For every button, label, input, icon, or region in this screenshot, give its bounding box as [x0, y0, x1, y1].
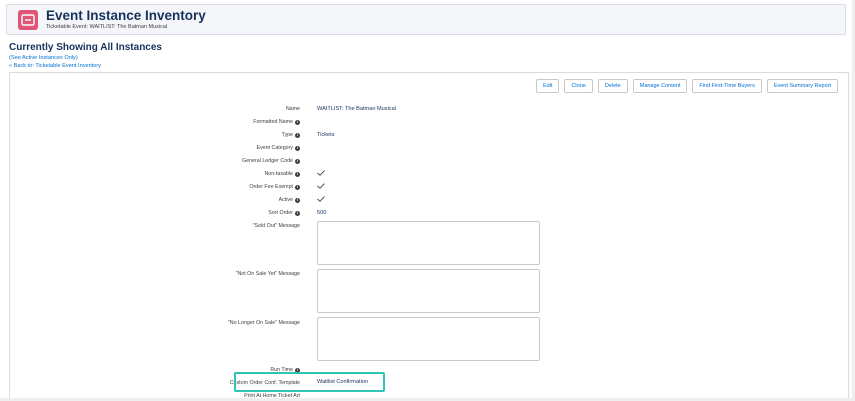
checkmark-icon — [317, 170, 325, 176]
non-taxable-label: Non-taxable i — [264, 171, 300, 177]
gl-code-label: General Ledger Code i — [242, 158, 300, 164]
info-icon[interactable]: i — [295, 210, 300, 216]
back-to-inventory-link[interactable]: « Back to: Ticketable Event Inventory — [9, 63, 101, 69]
custom-order-conf-template-label: Custom Order Conf. Template — [229, 380, 300, 386]
section-title: Currently Showing All Instances — [9, 42, 162, 53]
no-longer-on-sale-message-textarea[interactable] — [317, 317, 540, 361]
info-icon[interactable]: i — [295, 171, 300, 177]
see-active-instances-link[interactable]: (See Active Instances Only) — [9, 55, 78, 61]
info-icon[interactable]: i — [295, 184, 300, 190]
page-header: Event Instance Inventory Ticketable Even… — [6, 4, 846, 35]
info-icon[interactable]: i — [295, 367, 300, 373]
name-value: WAITLIST: The Batman Musical — [317, 106, 396, 112]
ticket-icon — [18, 10, 38, 30]
sold-out-message-label: "Sold Out" Message — [252, 223, 300, 229]
not-on-sale-message-textarea[interactable] — [317, 269, 540, 313]
type-value: Tickets — [317, 132, 335, 138]
not-on-sale-message-label: "Not On Sale Yet" Message — [235, 271, 300, 277]
clone-button[interactable]: Clone — [564, 79, 593, 93]
info-icon[interactable]: i — [295, 132, 300, 138]
manage-content-button[interactable]: Manage Content — [632, 79, 688, 93]
info-icon[interactable]: i — [295, 119, 300, 125]
type-label: Type i — [281, 132, 300, 138]
action-toolbar: Edit Clone Delete Manage Content Find Fi… — [535, 79, 838, 93]
sort-order-label: Sort Order i — [268, 210, 300, 216]
sort-order-value: 500 — [317, 210, 327, 216]
checkmark-icon — [317, 196, 325, 202]
no-longer-on-sale-message-label: "No Longer On Sale" Message — [227, 320, 300, 326]
info-icon[interactable]: i — [295, 145, 300, 151]
event-category-label: Event Category i — [256, 145, 300, 151]
sold-out-message-textarea[interactable] — [317, 221, 540, 265]
checkmark-icon — [317, 183, 325, 189]
order-fee-exempt-label: Order Fee Exempt i — [249, 184, 300, 190]
info-icon[interactable]: i — [295, 197, 300, 203]
formatted-name-label: Formatted Name i — [253, 119, 300, 125]
page-subtitle: Ticketable Event: WAITLIST: The Batman M… — [46, 24, 168, 30]
edit-button[interactable]: Edit — [535, 79, 560, 93]
name-label: Name — [285, 106, 300, 112]
page-title: Event Instance Inventory — [46, 8, 206, 23]
active-label: Active i — [278, 197, 300, 203]
run-time-label: Run Time i — [270, 367, 300, 373]
custom-order-conf-template-value[interactable]: Waitlist Confirmation — [317, 379, 368, 385]
detail-panel: Edit Clone Delete Manage Content Find Fi… — [9, 72, 849, 401]
event-summary-report-button[interactable]: Event Summary Report — [766, 79, 838, 93]
info-icon[interactable]: i — [295, 158, 300, 164]
delete-button[interactable]: Delete — [597, 79, 628, 93]
find-first-time-buyers-button[interactable]: Find First-Time Buyers — [692, 79, 762, 93]
